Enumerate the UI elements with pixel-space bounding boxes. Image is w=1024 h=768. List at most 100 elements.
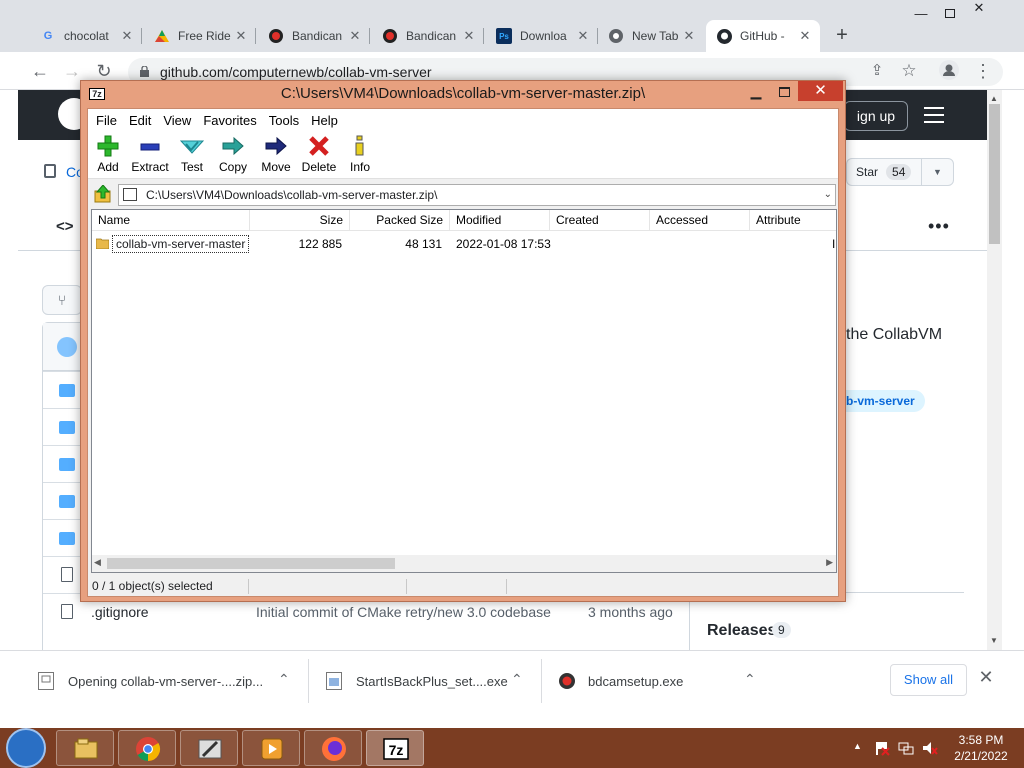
file-listview[interactable]: Name Size Packed Size Modified Created A… — [91, 209, 837, 573]
test-button[interactable]: Test — [176, 135, 208, 179]
commit-message[interactable]: Initial commit of CMake retry/new 3.0 co… — [256, 604, 551, 620]
chrome-menu-icon[interactable]: ⋮ — [972, 60, 994, 82]
tab-close-icon[interactable]: ✕ — [682, 28, 696, 44]
path-combobox[interactable]: C:\Users\VM4\Downloads\collab-vm-server-… — [118, 184, 836, 206]
extract-button[interactable]: Extract — [128, 135, 172, 179]
taskbar-chrome[interactable] — [118, 730, 176, 766]
browser-restore-button[interactable] — [937, 6, 963, 22]
hamburger-menu-icon[interactable] — [924, 107, 944, 128]
horizontal-scrollbar[interactable]: ◀ ▶ — [92, 555, 836, 572]
add-button[interactable]: Add — [92, 135, 124, 179]
menu-file[interactable]: File — [90, 113, 123, 128]
star-button[interactable]: Star 54 ▼ — [846, 158, 954, 186]
branch-icon[interactable]: ⑂ — [42, 285, 82, 315]
browser-tab[interactable]: G chocolat ✕ — [30, 20, 142, 52]
delete-label: Delete — [301, 160, 337, 174]
tab-close-icon[interactable]: ✕ — [576, 28, 590, 44]
chevron-up-icon[interactable]: ⌃ — [278, 671, 290, 688]
profile-icon[interactable] — [938, 60, 960, 82]
chevron-up-icon[interactable]: ⌃ — [511, 671, 523, 688]
scrollbar-thumb[interactable] — [107, 558, 395, 569]
page-scrollbar[interactable]: ▲ ▼ — [987, 90, 1002, 650]
start-button[interactable] — [6, 728, 46, 768]
tab-label: New Tab — [632, 29, 679, 43]
menu-view[interactable]: View — [157, 113, 197, 128]
file-icon — [61, 604, 73, 619]
new-tab-button[interactable]: + — [830, 24, 854, 47]
scrollbar-thumb[interactable] — [989, 104, 1000, 244]
delete-button[interactable]: Delete — [298, 135, 340, 179]
chevron-down-icon[interactable]: ⌄ — [824, 185, 832, 205]
chevron-down-icon[interactable]: ▼ — [921, 159, 953, 185]
taskbar-explorer[interactable] — [56, 730, 114, 766]
sign-up-button[interactable]: ign up — [844, 101, 908, 131]
system-clock[interactable]: 3:58 PM 2/21/2022 — [946, 732, 1016, 764]
column-name[interactable]: Name — [92, 210, 250, 231]
releases-heading[interactable]: Releases — [707, 622, 776, 640]
bookmark-star-icon[interactable]: ☆ — [898, 60, 920, 82]
firefox-icon — [322, 737, 346, 761]
taskbar-tools[interactable] — [180, 730, 238, 766]
download-item[interactable]: bdcamsetup.exe — [558, 651, 738, 711]
tab-close-icon[interactable]: ✕ — [120, 28, 134, 44]
column-modified[interactable]: Modified — [450, 210, 550, 231]
download-item[interactable]: Opening collab-vm-server-....zip... — [38, 651, 300, 711]
volume-muted-icon[interactable] — [922, 740, 938, 756]
show-hidden-icons-icon[interactable]: ▲ — [853, 741, 862, 751]
taskbar-firefox[interactable] — [304, 730, 362, 766]
action-center-flag-icon[interactable] — [874, 740, 890, 756]
browser-tab[interactable]: New Tab ✕ — [598, 20, 704, 52]
minimize-button[interactable]: ▁ — [743, 82, 769, 102]
folder-up-icon[interactable] — [94, 184, 112, 203]
close-icon[interactable]: ✕ — [976, 667, 996, 687]
column-attributes[interactable]: Attribute — [750, 210, 836, 231]
back-arrow-icon[interactable]: ← — [29, 60, 51, 82]
scroll-up-icon[interactable]: ▲ — [990, 94, 998, 103]
info-button[interactable]: Info — [346, 135, 374, 179]
taskbar-media[interactable] — [242, 730, 300, 766]
tab-close-icon[interactable]: ✕ — [348, 28, 362, 44]
menu-favorites[interactable]: Favorites — [197, 113, 262, 128]
scroll-right-icon[interactable]: ▶ — [826, 557, 833, 568]
network-icon[interactable] — [898, 740, 914, 756]
tab-close-icon[interactable]: ✕ — [798, 28, 812, 44]
browser-tab[interactable]: Free Ride ✕ — [144, 20, 256, 52]
close-button[interactable]: ✕ — [798, 81, 843, 101]
column-packed-size[interactable]: Packed Size — [350, 210, 450, 231]
copy-button[interactable]: Copy — [216, 135, 250, 179]
scroll-left-icon[interactable]: ◀ — [94, 557, 101, 568]
download-item[interactable]: StartIsBackPlus_set....exe — [326, 651, 508, 711]
tab-close-icon[interactable]: ✕ — [462, 28, 476, 44]
browser-minimize-button[interactable]: — — [908, 6, 934, 22]
menu-help[interactable]: Help — [305, 113, 344, 128]
file-name[interactable]: .gitignore — [91, 604, 149, 620]
column-created[interactable]: Created — [550, 210, 650, 231]
browser-tab-active[interactable]: GitHub - ✕ — [706, 20, 820, 52]
menu-tools[interactable]: Tools — [263, 113, 305, 128]
show-all-button[interactable]: Show all — [890, 664, 967, 696]
maximize-button[interactable] — [771, 82, 797, 102]
reload-icon[interactable]: ↻ — [93, 60, 115, 82]
more-options-icon[interactable]: ••• — [928, 216, 950, 237]
table-row-name[interactable]: collab-vm-server-master — [112, 235, 250, 253]
window-titlebar[interactable]: 7z C:\Users\VM4\Downloads\collab-vm-serv… — [81, 81, 845, 107]
browser-tab[interactable]: Bandican ✕ — [372, 20, 484, 52]
divider — [308, 659, 309, 703]
taskbar-7zip[interactable]: 7z — [366, 730, 424, 766]
photoshop-icon: Ps — [496, 28, 512, 44]
chevron-up-icon[interactable]: ⌃ — [744, 671, 756, 688]
tab-label: GitHub - — [740, 29, 785, 43]
browser-tab[interactable]: Bandican ✕ — [258, 20, 370, 52]
browser-tab[interactable]: Ps Downloa ✕ — [486, 20, 598, 52]
tab-close-icon[interactable]: ✕ — [234, 28, 248, 44]
column-size[interactable]: Size — [250, 210, 350, 231]
scroll-down-icon[interactable]: ▼ — [990, 636, 998, 645]
share-icon[interactable]: ⇪ — [866, 60, 888, 82]
menu-edit[interactable]: Edit — [123, 113, 157, 128]
column-accessed[interactable]: Accessed — [650, 210, 750, 231]
avatar[interactable] — [57, 337, 77, 357]
move-button[interactable]: Move — [258, 135, 294, 179]
forward-arrow-icon[interactable]: → — [61, 60, 83, 82]
browser-close-button[interactable]: ✕ — [966, 0, 992, 16]
code-icon[interactable]: <> — [56, 218, 74, 235]
